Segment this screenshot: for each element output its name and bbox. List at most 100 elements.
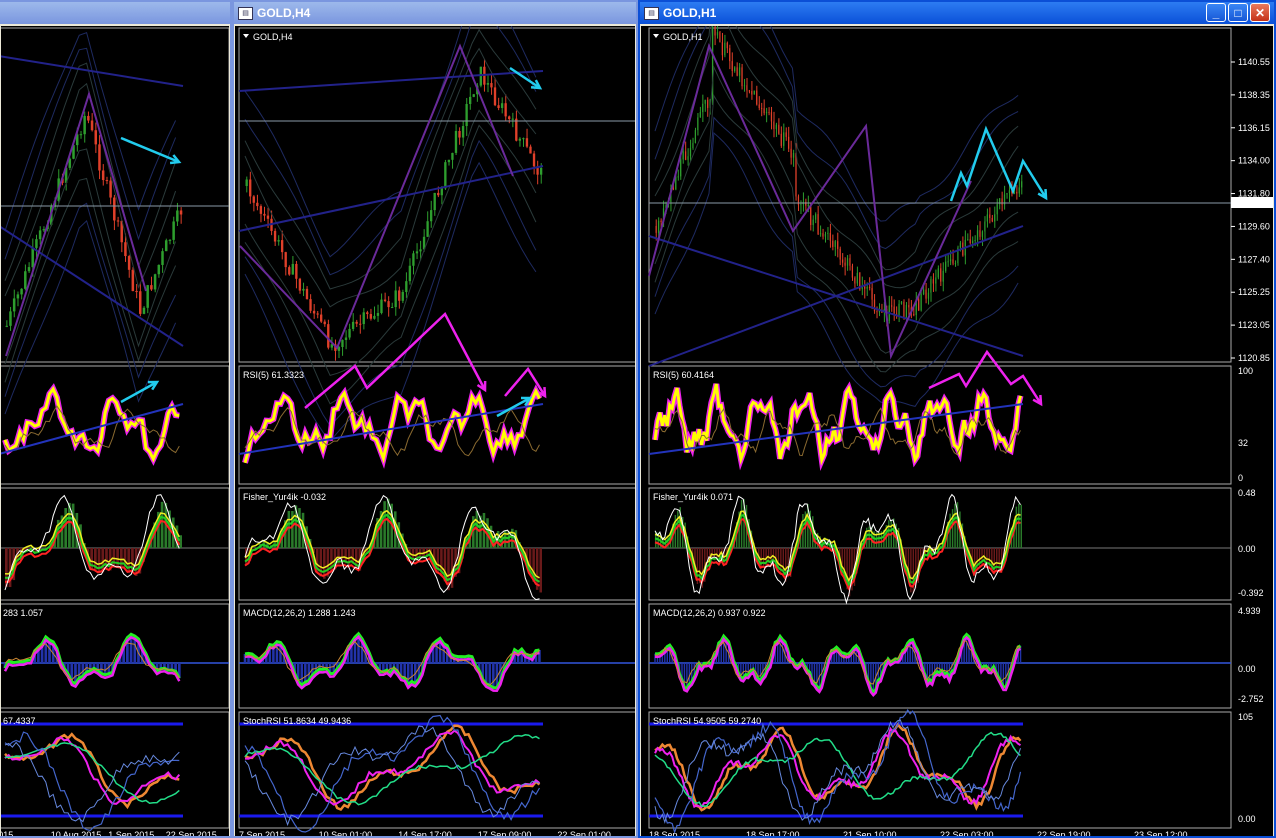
candle-body <box>398 290 401 301</box>
candle-body <box>756 90 758 105</box>
candle-body <box>787 136 790 149</box>
candle-body <box>792 152 795 158</box>
candle-body <box>849 258 851 266</box>
candle-body <box>518 138 522 141</box>
candle-body <box>969 239 971 244</box>
right-chart-area[interactable]: GOLD,H1 RSI(5) 60.4164 Fisher_Yur4ik 0.071… <box>641 26 1273 836</box>
candle-body <box>684 151 687 160</box>
right-chart-svg: GOLD,H1 RSI(5) 60.4164 Fisher_Yur4ik 0.071… <box>648 26 1273 836</box>
candle-body <box>868 286 871 289</box>
price-axis-label: 1129.60 <box>1238 221 1270 231</box>
maximize-button[interactable]: □ <box>1228 3 1248 22</box>
close-button[interactable]: ✕ <box>1250 3 1270 22</box>
candle-body <box>157 264 161 275</box>
rsi-line <box>653 383 1022 466</box>
left-title-bar[interactable] <box>0 2 230 24</box>
candle-body <box>721 42 723 56</box>
candle-body <box>351 321 355 329</box>
fisher-line-white <box>4 494 180 591</box>
candle-body <box>359 323 362 325</box>
candle-body <box>280 240 284 253</box>
candle-body <box>139 291 142 314</box>
middle-chart-area[interactable]: GOLD,H4 RSI(5) 61.3323 Fisher_Yur4ik -0.03… <box>235 26 635 836</box>
candle-body <box>323 321 326 325</box>
stoch-k-line <box>244 724 541 812</box>
candle-body <box>486 83 490 85</box>
fisher-histogram-bar <box>252 548 255 549</box>
candle-body <box>504 103 507 117</box>
price-axis-label: 1127.40 <box>1238 254 1270 264</box>
candle-body <box>539 167 543 175</box>
stoch-d-line <box>244 729 541 806</box>
candle-body <box>940 268 942 282</box>
candle-body <box>288 267 291 275</box>
stoch-k-line <box>4 732 180 810</box>
pane-border-macd <box>648 603 1232 709</box>
left-chart-area[interactable]: 283 1.057 67.4337 2015 10 Aug 2015 1 Sep 201… <box>1 26 229 836</box>
candle-body <box>1016 191 1018 194</box>
fisher-pane-label: Fisher_Yur4ik -0.032 <box>243 492 326 502</box>
candle-body <box>922 289 925 295</box>
candle-body <box>692 142 694 149</box>
candle-body <box>273 230 277 242</box>
candle-body <box>298 278 302 291</box>
candle-body <box>778 124 780 134</box>
left-chart-window[interactable]: 283 1.057 67.4337 2015 10 Aug 2015 1 Sep 201… <box>0 0 232 838</box>
candle-body <box>284 252 287 268</box>
candle-body <box>775 124 777 130</box>
candle-body <box>305 288 309 300</box>
macd-signal-line <box>3 635 181 689</box>
candle-body <box>770 112 773 122</box>
left-chart-svg: 283 1.057 67.4337 2015 10 Aug 2015 1 Sep 201… <box>1 27 229 836</box>
main-pane-label: GOLD,H4 <box>253 32 293 42</box>
rsi-pane-label: RSI(5) 61.3323 <box>243 370 304 380</box>
candle-body <box>35 239 38 248</box>
candle-body <box>841 259 844 263</box>
candle-body <box>344 337 348 341</box>
candle-body <box>525 138 529 147</box>
time-axis-label: 18 Sep 17:00 <box>746 830 800 836</box>
candle-body <box>426 221 429 237</box>
candle-body <box>891 305 893 307</box>
right-chart-window[interactable]: ▤ GOLD,H1 _ □ ✕ GOLD,H1 RSI(5) 60.4164 Fis… <box>638 0 1276 838</box>
candle-body <box>704 99 706 104</box>
chart-window-icon: ▤ <box>644 6 659 20</box>
candle-body <box>266 215 270 219</box>
minimize-button[interactable]: _ <box>1206 3 1226 22</box>
candle-body <box>5 325 9 327</box>
candle-body <box>768 111 770 113</box>
candle-body <box>780 133 782 146</box>
fisher-histogram-bar <box>954 503 956 548</box>
middle-title-bar[interactable]: ▤ GOLD,H4 <box>234 2 636 24</box>
candle-body <box>1006 193 1008 195</box>
right-title-bar[interactable]: ▤ GOLD,H1 _ □ ✕ <box>640 2 1274 24</box>
candle-body <box>415 251 419 254</box>
moving-average-line <box>238 70 544 92</box>
envelope-band-upper <box>244 26 537 258</box>
candle-body <box>714 26 716 36</box>
time-axis-label: 17 Sep 09:00 <box>478 830 532 836</box>
candle-body <box>763 108 765 114</box>
candle-body <box>790 148 792 158</box>
macd-axis-label: -2.752 <box>1238 694 1264 704</box>
fisher-histogram-bar <box>127 548 131 574</box>
candle-body <box>245 179 248 186</box>
middle-chart-window[interactable]: ▤ GOLD,H4 GOLD,H4 RSI(5) 61.3323 Fisher_Yu… <box>232 0 638 838</box>
fisher-histogram-bar <box>97 548 101 574</box>
candle-body <box>412 253 415 266</box>
price-axis-label: 1123.05 <box>1238 320 1270 330</box>
candle-body <box>949 259 952 262</box>
envelope-band-upper <box>244 28 537 290</box>
pane-border-main <box>648 27 1232 363</box>
pane-border-rsi <box>238 365 635 485</box>
candle-body <box>812 219 814 225</box>
candle-body <box>472 94 475 97</box>
candle-body <box>819 233 822 235</box>
fisher-histogram-bar <box>287 510 291 548</box>
candle-body <box>31 247 34 268</box>
candle-body <box>687 156 689 160</box>
stochrsi-pane-label: StochRSI 51.8634 49.9436 <box>243 716 351 726</box>
time-axis-label: 10 Aug 2015 <box>51 830 102 836</box>
candle-body <box>694 130 697 143</box>
price-axis-label: 1140.55 <box>1238 57 1270 67</box>
